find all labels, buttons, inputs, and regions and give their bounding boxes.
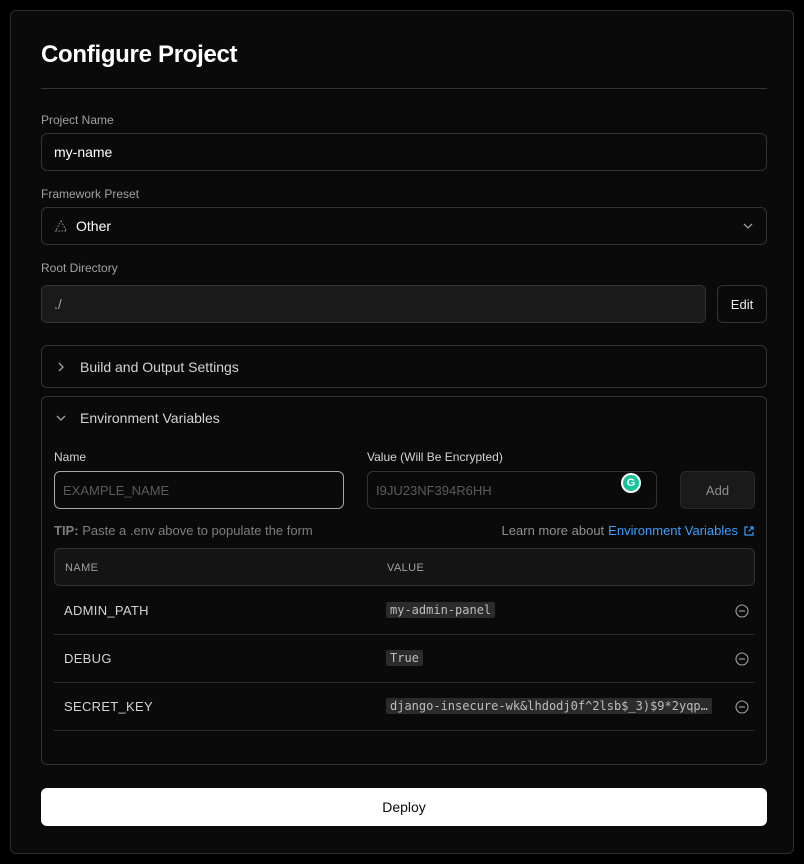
framework-preset-value: Other [76, 218, 112, 234]
env-table-header: NAME VALUE [54, 548, 755, 586]
env-value-label: Value (Will Be Encrypted) [367, 450, 503, 464]
chevron-down-icon [743, 223, 753, 229]
env-learn-more: Learn more about Environment Variables [502, 523, 755, 538]
table-row: ADMIN_PATH my-admin-panel [54, 587, 755, 635]
env-row-value: django-insecure-wk&lhdodj0f^2lsb$_3)$9*2… [386, 698, 712, 714]
triangle-dotted-icon [54, 219, 68, 232]
project-name-label: Project Name [41, 113, 114, 127]
env-row-name: SECRET_KEY [64, 699, 153, 714]
grammarly-icon[interactable]: G [621, 473, 641, 493]
env-tip-text: Paste a .env above to populate the form [82, 523, 313, 538]
env-learn-more-text: Learn more about [501, 523, 605, 538]
root-directory-label: Root Directory [41, 261, 118, 275]
env-row-value: True [386, 650, 423, 666]
env-col-name: NAME [65, 562, 99, 574]
build-output-settings-header[interactable]: Build and Output Settings [54, 359, 239, 375]
title-divider [41, 88, 767, 89]
env-row-name: ADMIN_PATH [64, 603, 149, 618]
env-name-input[interactable] [54, 471, 344, 509]
environment-variables-header[interactable]: Environment Variables [54, 410, 220, 426]
external-link-icon[interactable] [743, 525, 755, 537]
remove-circle-icon[interactable] [735, 604, 749, 618]
remove-circle-icon[interactable] [735, 652, 749, 666]
build-output-settings-panel[interactable]: Build and Output Settings [41, 345, 767, 388]
env-tip: TIP: Paste a .env above to populate the … [54, 523, 313, 538]
project-name-input[interactable]: my-name [41, 133, 767, 171]
env-value-input[interactable] [367, 471, 657, 509]
chevron-down-icon [56, 415, 66, 421]
environment-variables-panel: Environment Variables Name Value (Will B… [41, 396, 767, 765]
env-col-value: VALUE [387, 562, 425, 574]
build-output-settings-title: Build and Output Settings [80, 359, 239, 375]
edit-root-directory-button[interactable]: Edit [717, 285, 767, 323]
env-row-value: my-admin-panel [386, 602, 496, 618]
env-name-label: Name [54, 450, 87, 464]
remove-circle-icon[interactable] [735, 700, 749, 714]
page-title: Configure Project [41, 41, 238, 68]
framework-preset-label: Framework Preset [41, 187, 140, 201]
environment-variables-title: Environment Variables [80, 410, 220, 426]
root-directory-input[interactable]: ./ [41, 285, 706, 323]
chevron-right-icon [58, 362, 64, 372]
env-row-name: DEBUG [64, 651, 112, 666]
table-row: DEBUG True [54, 635, 755, 683]
deploy-button[interactable]: Deploy [41, 788, 767, 826]
root-directory-value: ./ [54, 296, 62, 312]
framework-preset-select[interactable]: Other [41, 207, 767, 245]
table-row: SECRET_KEY django-insecure-wk&lhdodj0f^2… [54, 683, 755, 731]
project-name-value: my-name [54, 144, 113, 160]
configure-project-card: Configure Project Project Name my-name F… [10, 10, 794, 854]
env-tip-prefix: TIP: [54, 523, 79, 538]
env-docs-link[interactable]: Environment Variables [608, 523, 738, 538]
add-env-button[interactable]: Add [680, 471, 755, 509]
